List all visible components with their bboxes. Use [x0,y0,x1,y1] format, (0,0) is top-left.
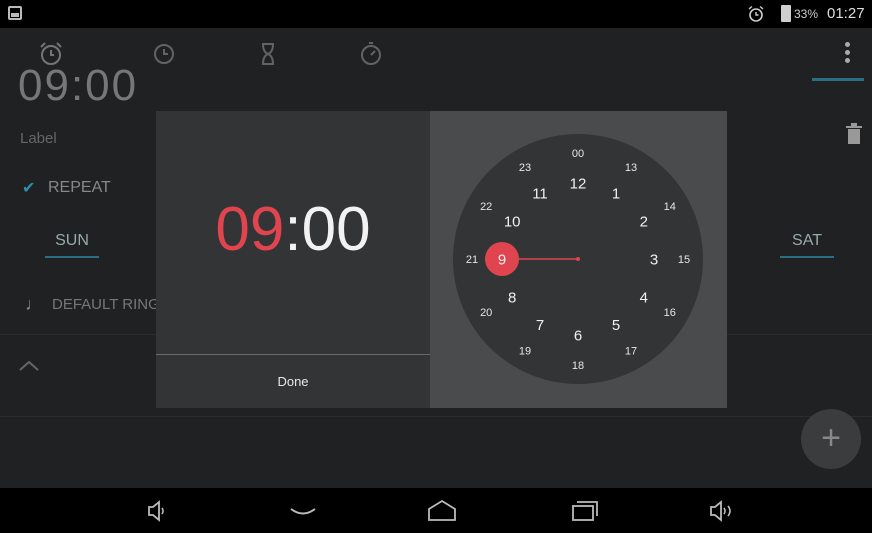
time-display-panel: 09:00 Done [156,111,430,408]
dial-hour-outer[interactable]: 22 [480,201,492,213]
ringtone-icon: ♩ [25,294,43,314]
day-sun-button[interactable]: SUN [45,232,99,258]
clock-icon[interactable] [150,40,178,68]
hour-value[interactable]: 09 [215,195,284,264]
delete-icon[interactable] [846,123,862,145]
dial-hour-selected[interactable]: 9 [498,251,506,268]
home-icon[interactable] [425,496,459,526]
dial-hour-outer[interactable]: 18 [572,360,584,372]
dial-hour-inner[interactable]: 12 [570,175,587,192]
add-alarm-button[interactable]: + [801,409,861,469]
hide-keyboard-icon[interactable] [286,496,320,526]
notification-icon [8,6,22,20]
status-bar: 33% 01:27 [0,0,872,28]
navigation-bar [0,488,872,533]
dial-hour-outer[interactable]: 17 [625,346,637,358]
done-button[interactable]: Done [156,355,430,408]
plus-icon: + [821,419,841,457]
repeat-checkbox[interactable]: ✔ [22,178,35,198]
dial-center [576,257,580,261]
dial-hour-outer[interactable]: 15 [678,254,690,266]
dial-hour-inner[interactable]: 6 [574,327,582,344]
alarm-time[interactable]: 09:00 [18,64,138,104]
dial-hour-outer[interactable]: 19 [519,346,531,358]
timer-icon[interactable] [254,40,282,68]
dial-hour-inner[interactable]: 11 [532,185,548,202]
dial-hour-outer[interactable]: 23 [519,162,531,174]
dial-hour-outer[interactable]: 20 [480,307,492,319]
day-sat-button[interactable]: SAT [780,232,834,258]
row-divider [0,416,872,417]
volume-down-icon[interactable] [141,496,175,526]
repeat-label: REPEAT [48,179,111,196]
dial-hour-inner[interactable]: 3 [650,251,658,268]
dial-hour-inner[interactable]: 7 [536,317,544,334]
dial-hour-outer[interactable]: 14 [664,201,676,213]
clock-dial[interactable]: 001314151617181920212223121234567891011 [430,111,727,408]
dial-hour-outer[interactable]: 21 [466,254,478,266]
tab-indicator [812,78,864,81]
stopwatch-icon[interactable] [357,40,385,68]
dial-hour-outer[interactable]: 16 [664,307,676,319]
status-clock: 01:27 [827,5,865,22]
battery-percent: 33% [794,7,819,21]
time-separator: : [284,195,302,264]
overflow-menu-icon[interactable] [845,42,851,66]
dial-hour-inner[interactable]: 2 [640,213,648,230]
dial-hour-inner[interactable]: 10 [504,213,521,230]
chevron-up-icon[interactable] [18,358,40,372]
alarm-label[interactable]: Label [20,130,57,147]
minute-value[interactable]: 00 [302,195,371,264]
dial-hour-inner[interactable]: 5 [612,317,620,334]
dial-hour-inner[interactable]: 4 [640,289,648,306]
clock-dial-panel: 00 13 14 15 16 17 18 19 20 21 22 23 12 1 2 3 4 5 6 7 8 9 10 11 [430,111,727,408]
recent-apps-icon[interactable] [567,496,601,526]
battery-icon [781,5,791,22]
selected-time: 09:00 [156,195,430,265]
dial-hour-inner[interactable]: 1 [612,185,620,202]
dial-hour-outer[interactable]: 00 [572,148,584,160]
dial-hour-inner[interactable]: 8 [508,289,516,306]
volume-up-icon[interactable] [705,496,739,526]
alarm-indicator-icon [748,5,764,22]
dial-hour-outer[interactable]: 13 [625,162,637,174]
time-picker-dialog: 09:00 Done 00 13 14 15 16 17 18 19 20 21 22 23 12 1 2 3… [156,111,727,408]
